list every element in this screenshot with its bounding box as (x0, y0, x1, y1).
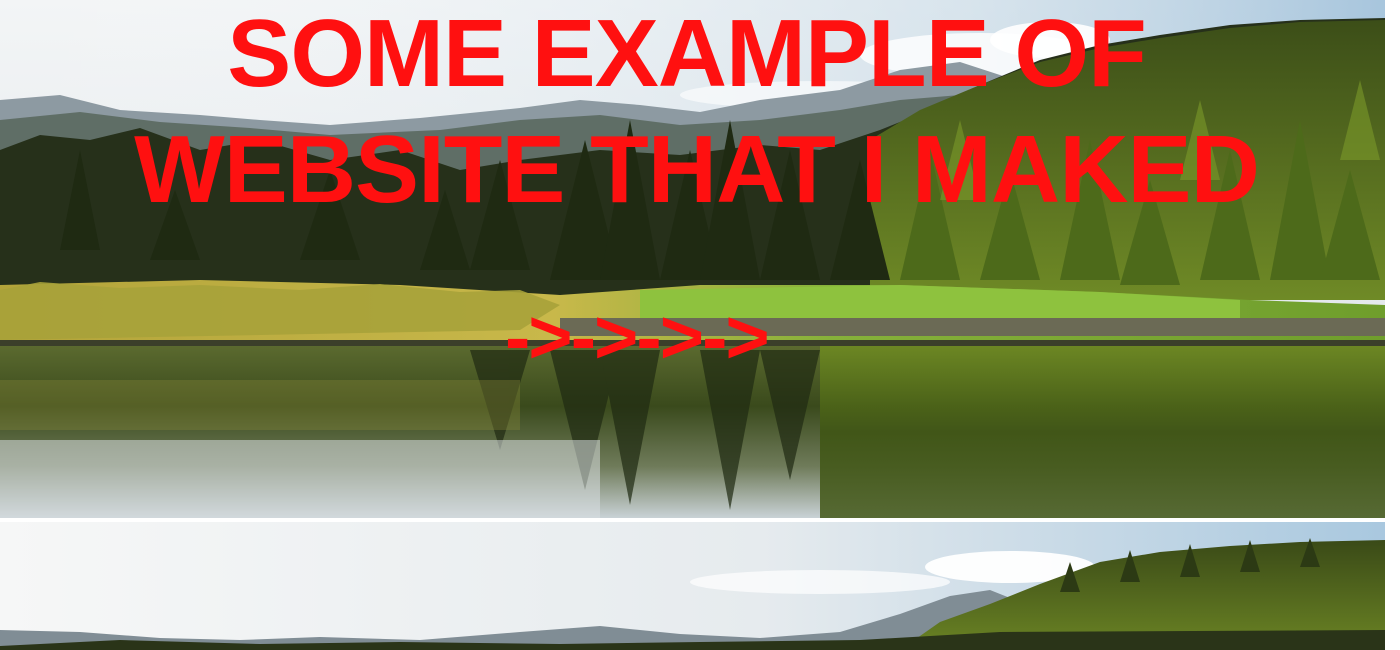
hero-photo: SOME EXAMPLE OF WEBSITE THAT I MAKED ->-… (0, 0, 1385, 518)
secondary-photo (0, 522, 1385, 650)
landscape-repeat-image (0, 522, 1385, 650)
headline-line-2: WEBSITE THAT I MAKED (134, 116, 1260, 223)
arrow-annotation: ->->->-> (505, 295, 770, 380)
headline-line-1: SOME EXAMPLE OF (227, 0, 1146, 107)
page: SOME EXAMPLE OF WEBSITE THAT I MAKED ->-… (0, 0, 1400, 650)
